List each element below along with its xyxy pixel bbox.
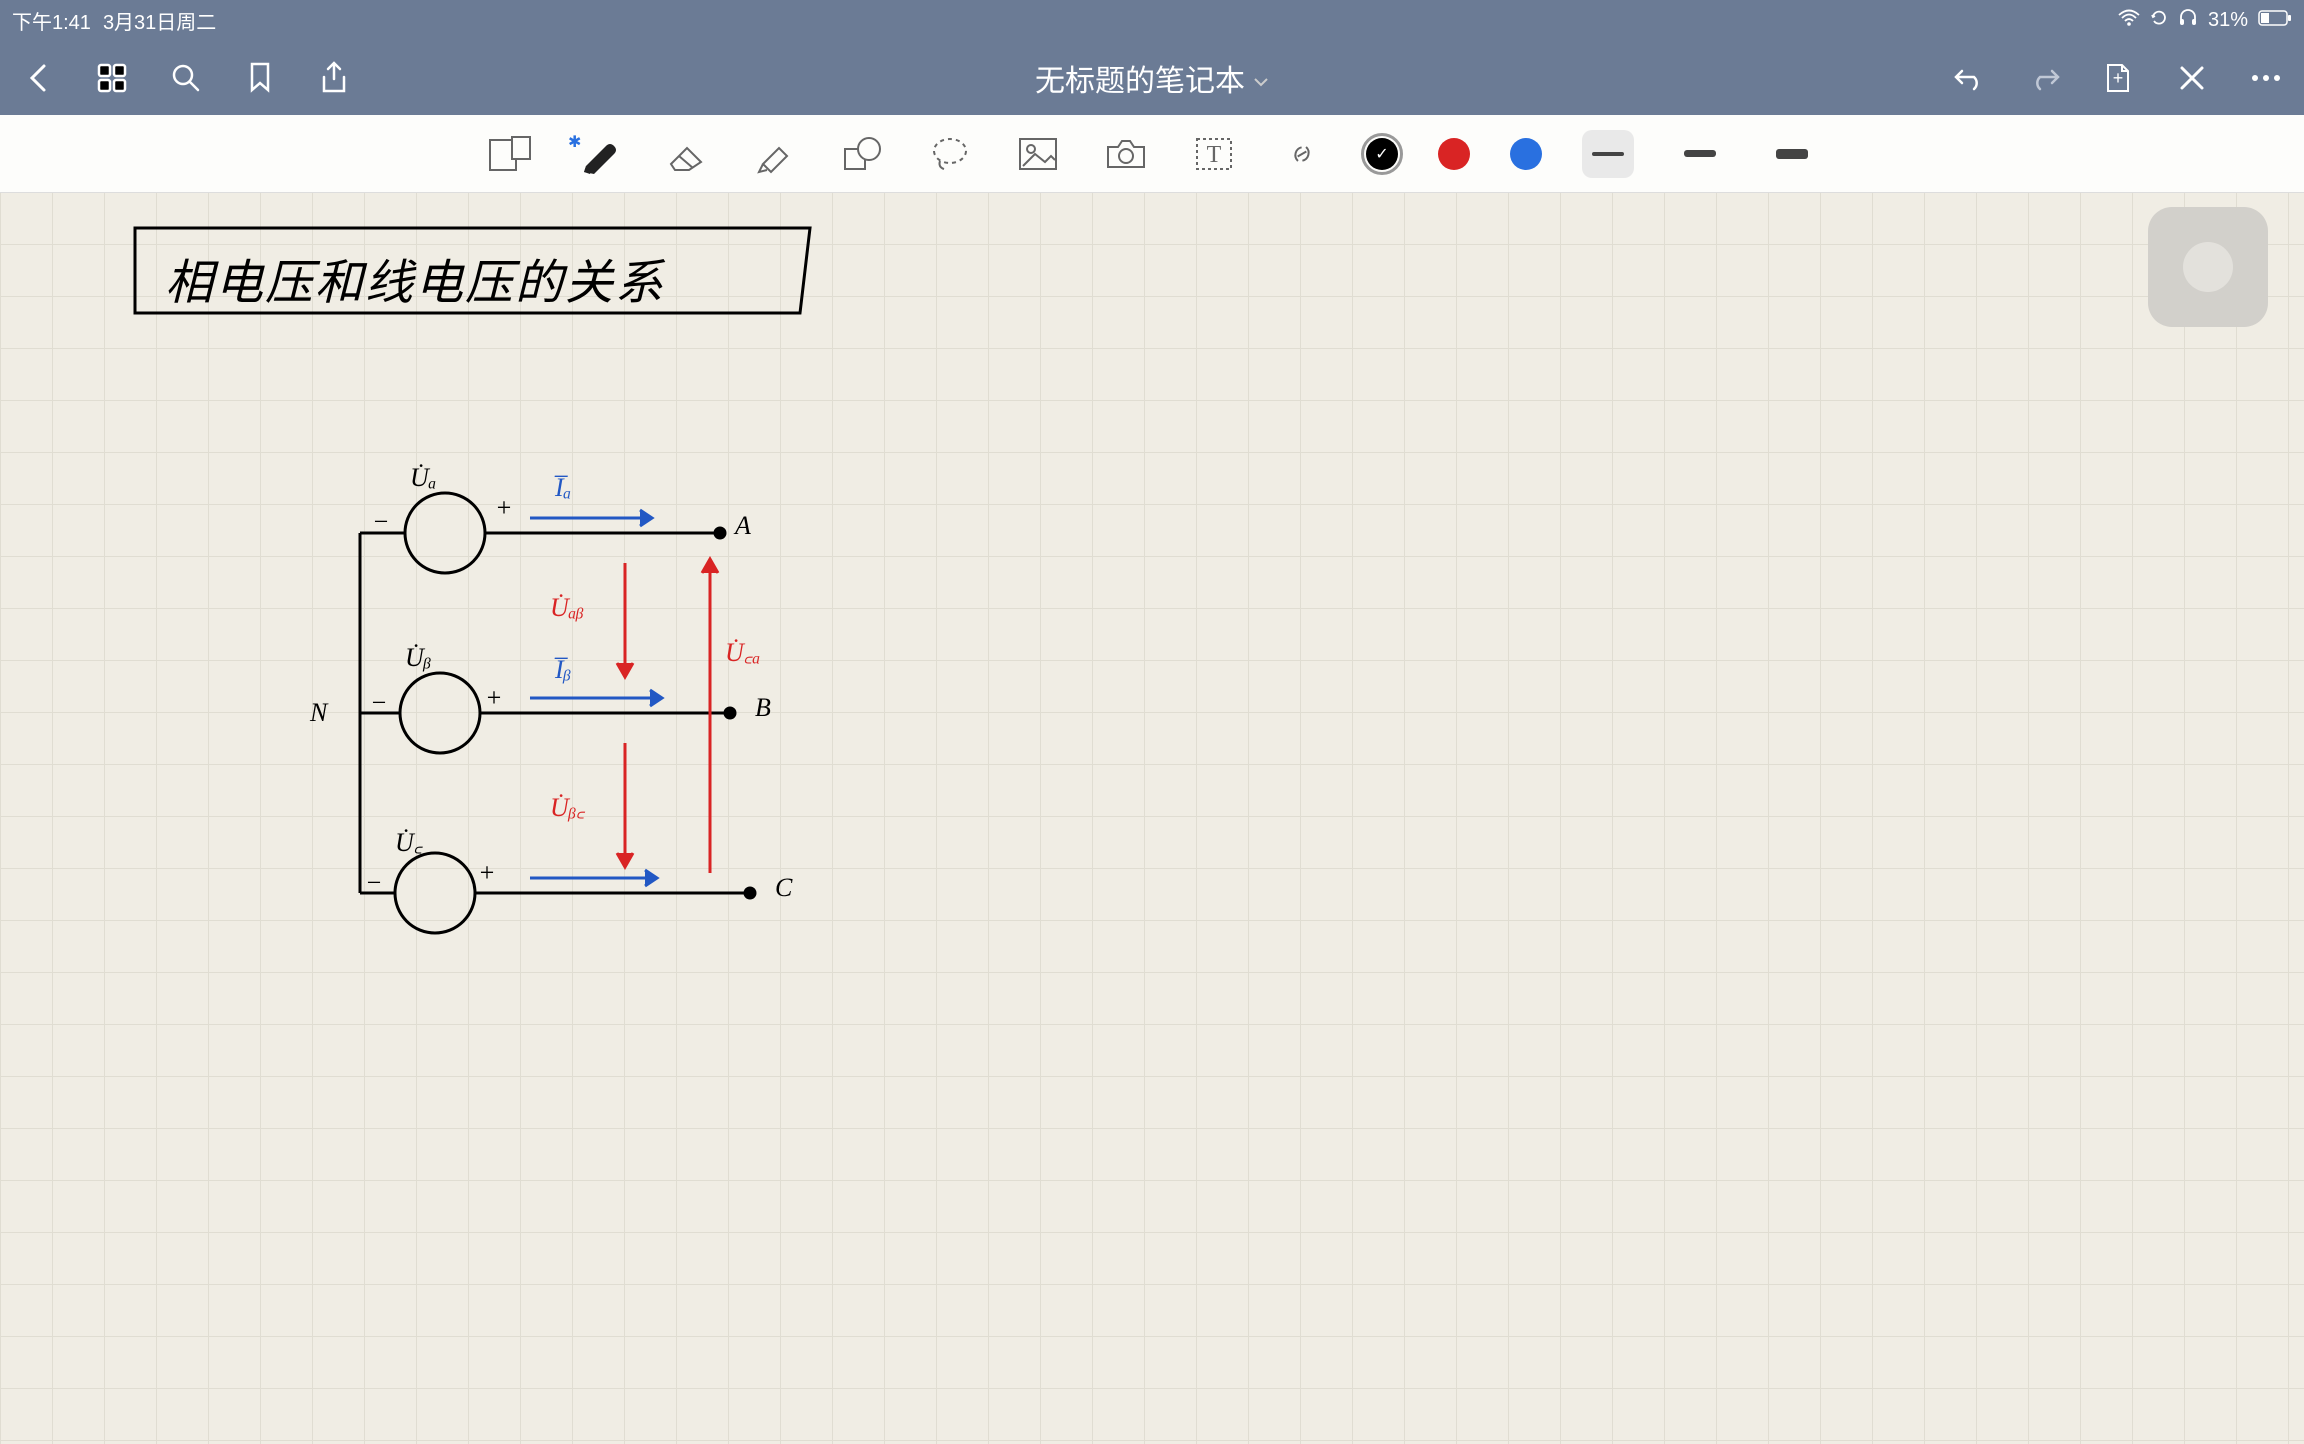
check-icon: ✓ bbox=[1375, 144, 1388, 164]
minus-a: − bbox=[372, 507, 390, 537]
ub-label: U̇ᵦ bbox=[405, 643, 431, 673]
title-text: 相电压和线电压的关系 bbox=[165, 243, 665, 313]
page-title-wrapper[interactable]: 无标题的笔记本 bbox=[352, 56, 1952, 100]
search-button[interactable] bbox=[168, 60, 204, 96]
wifi-icon bbox=[2118, 9, 2140, 32]
camera-tool[interactable] bbox=[1102, 130, 1150, 178]
status-time: 下午1:41 bbox=[12, 6, 91, 35]
battery-percent: 31% bbox=[2208, 9, 2248, 32]
uc-label: U̇꜀ bbox=[395, 823, 423, 859]
lasso-tool[interactable] bbox=[926, 130, 974, 178]
image-tool[interactable] bbox=[1014, 130, 1062, 178]
grid-view-button[interactable] bbox=[94, 60, 130, 96]
highlighter-tool[interactable] bbox=[750, 130, 798, 178]
minus-c: − bbox=[365, 868, 383, 898]
status-bar: 下午1:41 3月31日周二 31% bbox=[0, 0, 2304, 40]
drawing-canvas[interactable]: 相电压和线电压的关系 bbox=[0, 193, 2304, 1444]
eraser-tool[interactable] bbox=[662, 130, 710, 178]
link-tool[interactable] bbox=[1278, 130, 1326, 178]
stroke-thin[interactable] bbox=[1582, 130, 1634, 178]
page-title: 无标题的笔记本 bbox=[1035, 56, 1245, 100]
toolbar: ✱ T ✓ bbox=[0, 115, 2304, 193]
redo-button[interactable] bbox=[2026, 60, 2062, 96]
share-button[interactable] bbox=[316, 60, 352, 96]
ubc-label: U̇ᵦ꜀ bbox=[550, 788, 585, 824]
bluetooth-icon: ✱ bbox=[568, 132, 581, 152]
plus-c: + bbox=[478, 858, 496, 888]
stroke-medium[interactable] bbox=[1674, 130, 1726, 178]
node-b-label: B bbox=[755, 693, 771, 723]
node-c-label: C bbox=[775, 873, 792, 903]
view-split-tool[interactable] bbox=[486, 130, 534, 178]
node-a-label: A bbox=[735, 511, 751, 541]
undo-button[interactable] bbox=[1952, 60, 1988, 96]
color-red[interactable] bbox=[1438, 138, 1470, 170]
color-black[interactable]: ✓ bbox=[1366, 138, 1398, 170]
stroke-thick[interactable] bbox=[1766, 130, 1818, 178]
assistive-widget[interactable] bbox=[2148, 207, 2268, 327]
pen-tool[interactable]: ✱ bbox=[574, 130, 622, 178]
voltage-arrows bbox=[300, 413, 1100, 1013]
plus-a: + bbox=[495, 493, 513, 523]
bookmark-button[interactable] bbox=[242, 60, 278, 96]
status-date: 3月31日周二 bbox=[103, 6, 216, 35]
svg-text:T: T bbox=[1207, 142, 1222, 168]
rotation-lock-icon bbox=[2150, 8, 2168, 32]
text-tool[interactable]: T bbox=[1190, 130, 1238, 178]
node-n-label: N bbox=[310, 698, 327, 728]
minus-b: − bbox=[370, 688, 388, 718]
more-button[interactable] bbox=[2248, 60, 2284, 96]
color-blue[interactable] bbox=[1510, 138, 1542, 170]
battery-icon bbox=[2258, 9, 2292, 32]
ua-label: U̇ₐ bbox=[410, 463, 436, 493]
back-button[interactable] bbox=[20, 60, 56, 96]
plus-b: + bbox=[485, 683, 503, 713]
close-button[interactable] bbox=[2174, 60, 2210, 96]
add-page-button[interactable]: + bbox=[2100, 60, 2136, 96]
uab-label: U̇ₐᵦ bbox=[550, 593, 584, 623]
svg-text:+: + bbox=[2113, 68, 2124, 88]
chevron-down-icon bbox=[1253, 61, 1269, 95]
ib-label: I̅ᵦ bbox=[555, 655, 571, 685]
ia-label: I̅ₐ bbox=[555, 473, 571, 503]
app-header: 无标题的笔记本 + bbox=[0, 40, 2304, 115]
headphone-icon bbox=[2178, 8, 2198, 32]
shapes-tool[interactable] bbox=[838, 130, 886, 178]
uca-label: U̇꜀ₐ bbox=[725, 633, 760, 669]
